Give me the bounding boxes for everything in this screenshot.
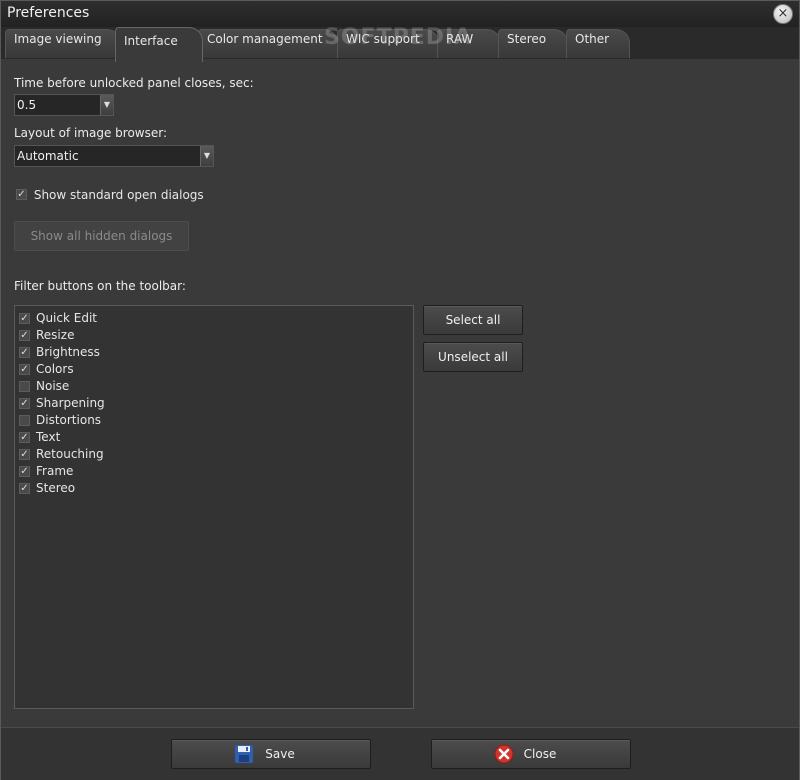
dialog-footer: Save Close (1, 727, 799, 780)
tab-interface[interactable]: Interface (115, 27, 203, 62)
list-item[interactable]: ✓ Brightness (19, 345, 100, 362)
tab-color-management[interactable]: Color management (198, 29, 338, 58)
filter-label: Filter buttons on the toolbar: (14, 279, 186, 293)
window-title: Preferences (7, 5, 90, 21)
list-item[interactable]: ✓ Stereo (19, 481, 75, 498)
list-item[interactable]: ✓ Text (19, 430, 60, 447)
close-window-icon[interactable]: × (773, 4, 793, 24)
show-hidden-dialogs-button[interactable]: Show all hidden dialogs (14, 221, 189, 251)
layout-label: Layout of image browser: (14, 126, 168, 140)
list-item[interactable]: Distortions (19, 413, 101, 430)
chevron-down-icon: ▼ (100, 95, 113, 115)
title-bar: Preferences × (1, 1, 799, 27)
list-item[interactable]: Noise (19, 379, 69, 396)
interface-panel: Time before unlocked panel closes, sec: … (1, 59, 799, 727)
list-item[interactable]: ✓ Frame (19, 464, 73, 481)
list-item[interactable]: ✓ Sharpening (19, 396, 105, 413)
tab-stereo[interactable]: Stereo (498, 29, 568, 58)
list-item[interactable]: ✓ Resize (19, 328, 74, 345)
close-icon (494, 744, 514, 764)
close-button[interactable]: Close (431, 739, 631, 769)
layout-combo[interactable]: Automatic ▼ (14, 145, 214, 167)
preferences-window: Preferences × Image viewing Interface Co… (0, 0, 800, 780)
chevron-down-icon: ▼ (200, 146, 213, 166)
save-icon (235, 745, 253, 763)
show-dialogs-label: Show standard open dialogs (33, 187, 204, 202)
check-icon: ✓ (16, 189, 27, 200)
save-button[interactable]: Save (171, 739, 371, 769)
select-all-button[interactable]: Select all (423, 305, 523, 335)
list-item[interactable]: ✓ Retouching (19, 447, 104, 464)
list-item[interactable]: ✓ Colors (19, 362, 74, 379)
unselect-all-button[interactable]: Unselect all (423, 342, 523, 372)
list-item[interactable]: ✓ Quick Edit (19, 311, 97, 328)
watermark: SOFTPEDIA (324, 25, 473, 50)
tab-other[interactable]: Other (566, 29, 630, 58)
panel-close-value: 0.5 (17, 98, 37, 112)
panel-close-combo[interactable]: 0.5 ▼ (14, 94, 114, 116)
show-dialogs-checkbox[interactable]: ✓ Show standard open dialogs (16, 187, 204, 202)
filter-list[interactable]: ✓ Quick Edit ✓ Resize ✓ Brightness ✓ Colors … (14, 305, 414, 709)
layout-value: Automatic (17, 149, 79, 163)
panel-close-label: Time before unlocked panel closes, sec: (14, 76, 254, 90)
tab-image-viewing[interactable]: Image viewing (5, 29, 121, 58)
